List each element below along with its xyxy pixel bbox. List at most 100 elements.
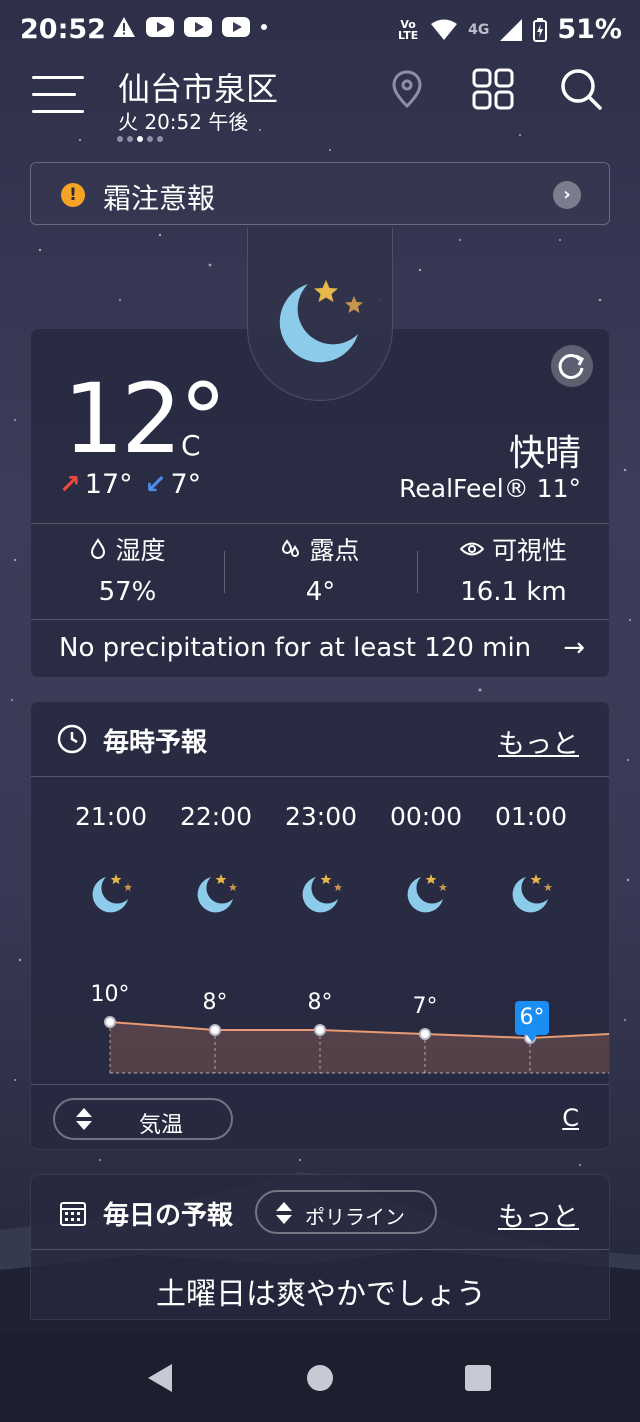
alert-icon: ! — [61, 183, 85, 207]
clear-night-moon-icon — [279, 280, 363, 363]
high-arrow-icon: ↗ — [59, 469, 81, 500]
warning-icon — [113, 17, 135, 37]
precipitation-forecast[interactable]: No precipitation for at least 120 min — [59, 633, 531, 663]
dewpoint-stat: 露点 4° — [224, 531, 417, 607]
hour-slot[interactable]: 23:00 — [271, 802, 371, 919]
selected-temperature-badge: 6° — [515, 1001, 549, 1042]
temperature-label: 8° — [202, 990, 228, 1015]
calendar-icon — [60, 1202, 86, 1226]
temperature-point — [209, 1024, 221, 1036]
divider — [31, 1249, 609, 1250]
temperature-label: 8° — [307, 990, 333, 1015]
weather-condition: 快晴 — [508, 433, 581, 474]
location-name[interactable]: 仙台市泉区 — [118, 64, 278, 110]
youtube-icon — [222, 17, 250, 37]
status-bar: 20:52 Vo LTE 4G 51% — [0, 0, 640, 62]
hour-slot[interactable]: 21:00 — [61, 802, 161, 919]
hour-slot[interactable]: 22:00 — [166, 802, 266, 919]
display-mode-selector[interactable]: ポリライン — [255, 1190, 437, 1234]
high-low-temps: ↗ 17° ↙ 7° — [59, 469, 201, 500]
metric-selector[interactable]: 気温 — [53, 1098, 233, 1140]
divider — [31, 523, 609, 524]
visibility-label: 可視性 — [491, 536, 567, 565]
battery-charging-icon — [533, 17, 548, 42]
display-mode-label: ポリライン — [305, 1205, 405, 1229]
clear-night-moon-icon — [407, 874, 447, 913]
location-pager — [117, 136, 163, 142]
back-button[interactable] — [148, 1364, 172, 1392]
unit-toggle[interactable]: C — [562, 1104, 579, 1132]
temperature-unit: C — [181, 429, 201, 462]
dewpoint-value: 4° — [305, 577, 336, 607]
temperature-point — [104, 1016, 116, 1028]
home-button[interactable] — [307, 1365, 333, 1391]
alert-text: 霜注意報 — [103, 182, 216, 215]
hourly-more-link[interactable]: もっと — [498, 722, 579, 761]
search-icon[interactable] — [558, 66, 604, 112]
notification-icons — [112, 16, 268, 38]
frost-advisory-alert[interactable]: ! 霜注意報 › — [30, 162, 610, 225]
hourly-title: 毎時予報 — [103, 728, 208, 758]
clear-night-moon-icon — [197, 874, 237, 913]
wifi-icon — [431, 19, 458, 40]
hour-time: 01:00 — [494, 802, 568, 831]
grid-icon[interactable] — [470, 66, 516, 112]
cell-signal-icon — [500, 18, 523, 41]
clear-night-moon-icon — [512, 874, 552, 913]
daily-title: 毎日の予報 — [103, 1201, 234, 1231]
youtube-icon — [184, 17, 212, 37]
daily-forecast-card: 毎日の予報 ポリライン もっと 土曜日は爽やかでしょう — [30, 1174, 610, 1320]
high-temp: 17° — [84, 469, 133, 500]
hour-slot[interactable]: 00:00 — [376, 802, 476, 919]
divider — [31, 1084, 609, 1085]
refresh-button[interactable] — [551, 345, 593, 387]
clear-night-moon-icon — [302, 874, 342, 913]
location-datetime: 火 20:52 午後 — [118, 110, 249, 134]
humidity-stat: 湿度 57% — [31, 531, 224, 607]
hourly-forecast-card: 毎時予報 もっと 21:00 22:00 23:00 00:00 01:00 1… — [30, 701, 610, 1150]
temperature-point — [419, 1028, 431, 1040]
status-time: 20:52 — [20, 14, 106, 45]
temperature-label: 10° — [90, 982, 130, 1007]
realfeel-temp: RealFeel® 11° — [399, 474, 581, 503]
divider — [31, 776, 609, 777]
app-header: 仙台市泉区 火 20:52 午後 — [0, 62, 640, 152]
visibility-value: 16.1 km — [460, 577, 567, 607]
hour-time: 21:00 — [74, 802, 148, 831]
system-status: Vo LTE 4G 51% — [396, 14, 622, 45]
daily-more-link[interactable]: もっと — [498, 1195, 579, 1234]
chevron-right-icon: › — [553, 181, 581, 209]
volte-icon: Vo LTE — [398, 17, 419, 42]
eye-icon — [459, 542, 484, 556]
clear-night-moon-icon — [92, 874, 132, 913]
battery-percent: 51% — [557, 14, 622, 45]
divider — [31, 619, 609, 620]
low-arrow-icon: ↙ — [144, 469, 167, 500]
dewpoint-icon — [282, 539, 300, 557]
visibility-stat: 可視性 16.1 km — [417, 531, 610, 607]
menu-button[interactable] — [32, 76, 84, 116]
metric-label: 気温 — [139, 1113, 184, 1138]
humidity-value: 57% — [98, 577, 157, 607]
hour-time: 22:00 — [179, 802, 253, 831]
daily-summary: 土曜日は爽やかでしょう — [156, 1277, 486, 1312]
system-navigation-bar — [0, 1334, 640, 1422]
youtube-icon — [146, 17, 174, 37]
up-down-arrows-icon — [76, 1108, 92, 1130]
refresh-icon — [558, 353, 585, 379]
more-notifications-dot-icon — [261, 24, 267, 30]
hour-time: 00:00 — [389, 802, 463, 831]
low-temp: 7° — [170, 469, 202, 500]
temperature-label: 7° — [412, 994, 438, 1019]
recent-apps-button[interactable] — [465, 1365, 491, 1391]
temperature-point — [314, 1024, 326, 1036]
droplet-icon — [91, 538, 106, 559]
humidity-label: 湿度 — [115, 536, 166, 565]
hour-time: 23:00 — [284, 802, 358, 831]
clock-icon — [57, 724, 87, 754]
location-pin-icon[interactable] — [384, 66, 430, 112]
arrow-right-icon[interactable]: → — [563, 633, 585, 663]
network-type: 4G — [468, 21, 490, 38]
dewpoint-label: 露点 — [309, 536, 360, 565]
hour-slot[interactable]: 01:00 — [481, 802, 581, 919]
